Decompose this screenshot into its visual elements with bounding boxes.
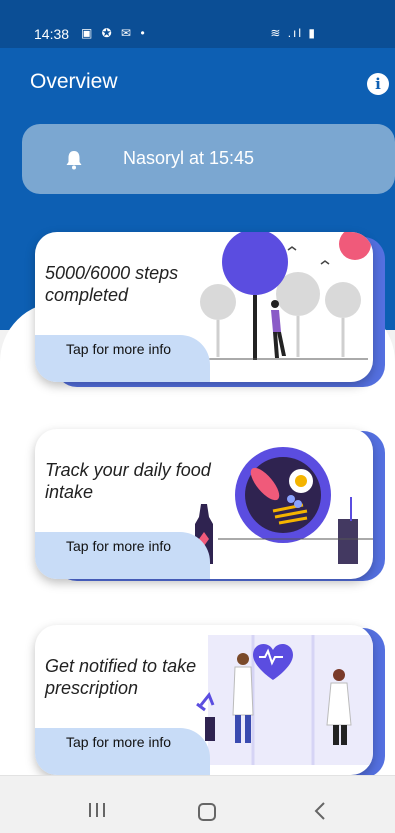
navigation-bar (0, 775, 395, 833)
doctors-illustration (196, 635, 373, 765)
card-button-label: Tap for more info (66, 734, 172, 750)
walking-illustration (200, 232, 371, 360)
card-button-label: Tap for more info (66, 341, 172, 357)
prescription-card[interactable]: Get notified to take prescription Tap fo… (35, 625, 373, 775)
page-title: Overview (30, 70, 118, 93)
screen: 14:38 ▣ ✪ ✉ • ≋ .ıl ▮ Overview i Nasoryl… (0, 0, 395, 833)
home-icon[interactable] (198, 803, 216, 821)
card-more-info-button[interactable]: Tap for more info (35, 532, 210, 579)
system-status-icons: ≋ .ıl ▮ (270, 26, 317, 40)
bell-icon (66, 151, 82, 170)
food-card[interactable]: Track your daily food intake Tap for mor… (35, 429, 373, 579)
status-bar: 14:38 ▣ ✪ ✉ • ≋ .ıl ▮ (0, 0, 395, 48)
card-more-info-button[interactable]: Tap for more info (35, 335, 210, 382)
reminder-banner[interactable]: Nasoryl at 15:45 (22, 124, 395, 194)
info-icon[interactable]: i (367, 73, 389, 95)
food-illustration (195, 447, 373, 564)
steps-card[interactable]: 5000/6000 steps completed Tap for more i… (35, 232, 373, 382)
status-time: 14:38 (34, 26, 70, 42)
reminder-text: Nasoryl at 15:45 (123, 148, 255, 168)
notification-icons: ▣ ✪ ✉ • (81, 26, 148, 40)
recents-icon[interactable] (87, 802, 107, 818)
back-icon[interactable] (314, 801, 326, 821)
card-button-label: Tap for more info (66, 538, 172, 554)
card-more-info-button[interactable]: Tap for more info (35, 728, 210, 775)
